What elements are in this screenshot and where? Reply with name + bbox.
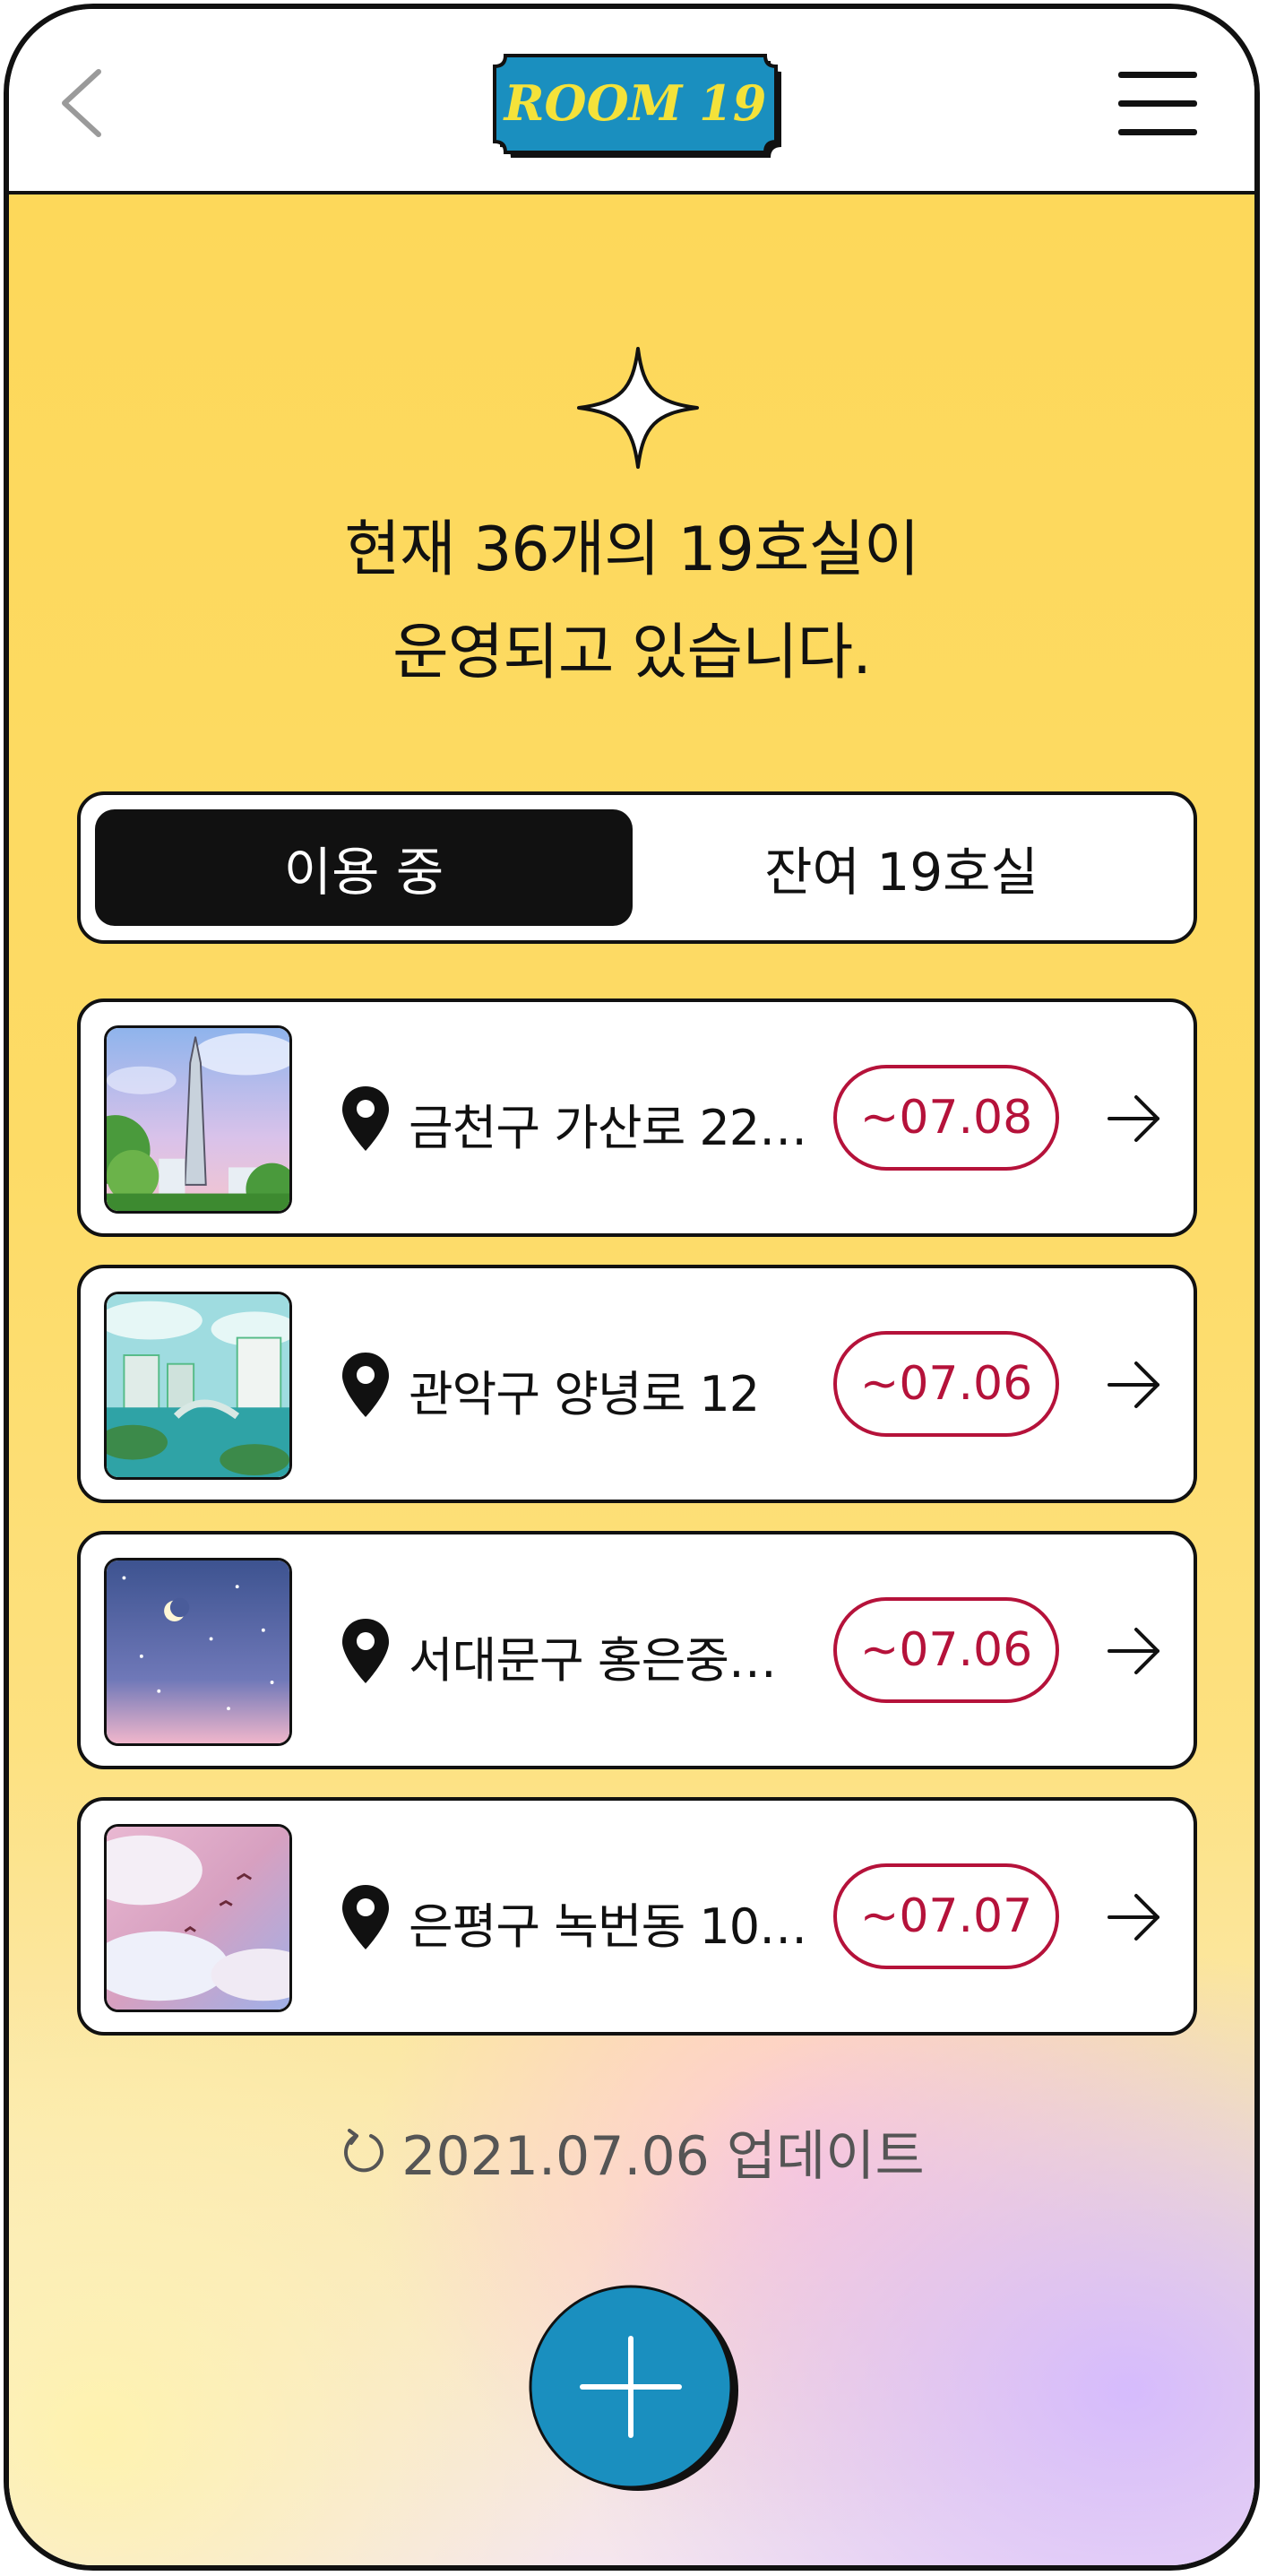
room-address: 관악구 양녕로 12: [409, 1366, 760, 1422]
room-date-badge: ~07.08: [833, 1065, 1059, 1171]
arrow-right-icon[interactable]: [1106, 1626, 1163, 1676]
tab-in-use[interactable]: 이용 중: [95, 809, 633, 926]
location-pin-icon: [342, 1885, 389, 1949]
update-status: 2021.07.06 업데이트: [9, 2113, 1254, 2191]
room-address: 은평구 녹번동 10…: [409, 1898, 807, 1955]
arrow-right-icon[interactable]: [1106, 1094, 1163, 1144]
room-date-badge: ~07.06: [833, 1597, 1059, 1703]
tab-switcher: 이용 중 잔여 19호실: [77, 791, 1197, 944]
main-content: 현재 36개의 19호실이 운영되고 있습니다. 이용 중 잔여 19호실 금천…: [9, 194, 1254, 2565]
headline-line-2: 운영되고 있습니다.: [392, 618, 872, 688]
sparkle-icon: [577, 347, 699, 469]
room-thumbnail: [104, 1025, 292, 1214]
room-date-badge: ~07.07: [833, 1863, 1059, 1969]
hamburger-menu-icon[interactable]: [1118, 72, 1197, 136]
room-thumbnail: [104, 1824, 292, 2012]
room-thumbnail: [104, 1558, 292, 1746]
room-card[interactable]: 은평구 녹번동 10… ~07.07: [77, 1797, 1197, 2036]
room-thumbnail: [104, 1292, 292, 1480]
logo-text: ROOM 19: [503, 74, 767, 132]
app-header: ROOM 19: [9, 9, 1254, 194]
refresh-icon[interactable]: [339, 2127, 389, 2177]
phone-frame: ROOM 19 현재 36개의 19호실이 운영되고 있습니다. 이용 중 잔여…: [4, 4, 1260, 2571]
room19-logo[interactable]: ROOM 19: [486, 43, 785, 165]
room-card[interactable]: 관악구 양녕로 12 ~07.06: [77, 1265, 1197, 1503]
arrow-right-icon[interactable]: [1106, 1892, 1163, 1942]
update-text: 2021.07.06 업데이트: [401, 2125, 925, 2188]
location-pin-icon: [342, 1086, 389, 1151]
add-room-button[interactable]: [527, 2283, 738, 2494]
room-card[interactable]: 서대문구 홍은중… ~07.06: [77, 1531, 1197, 1769]
room-address: 서대문구 홍은중…: [409, 1632, 777, 1689]
room-date-badge: ~07.06: [833, 1331, 1059, 1437]
room-address: 금천구 가산로 22…: [409, 1100, 807, 1156]
tab-remaining[interactable]: 잔여 19호실: [633, 809, 1170, 926]
arrow-right-icon[interactable]: [1106, 1360, 1163, 1410]
location-pin-icon: [342, 1619, 389, 1683]
headline-line-1: 현재 36개의 19호실이: [344, 514, 919, 585]
location-pin-icon: [342, 1353, 389, 1417]
back-chevron-icon[interactable]: [54, 63, 116, 143]
room-card[interactable]: 금천구 가산로 22… ~07.08: [77, 998, 1197, 1237]
